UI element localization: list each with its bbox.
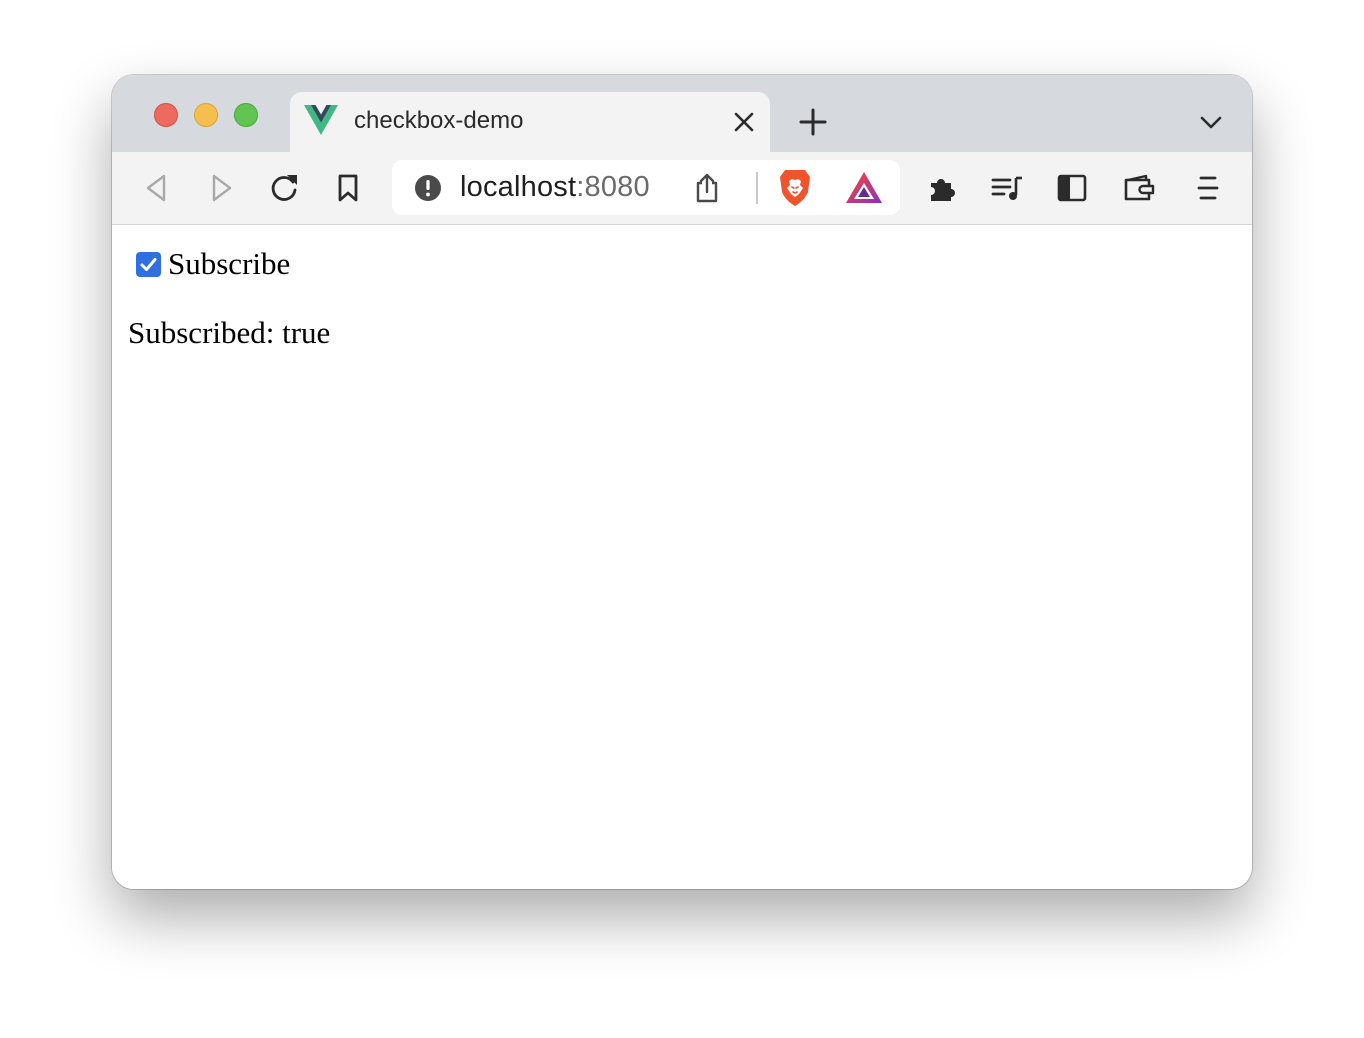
minimize-window-button[interactable] (194, 103, 218, 127)
status-value: true (282, 315, 331, 350)
menu-icon[interactable] (1191, 171, 1225, 205)
back-icon[interactable] (140, 171, 174, 205)
checkmark-icon (140, 257, 157, 271)
close-tab-icon[interactable] (732, 110, 756, 134)
address-bar[interactable]: localhost:8080 (392, 160, 900, 215)
page-content: Subscribe Subscribed: true (112, 225, 1252, 889)
close-window-button[interactable] (154, 103, 178, 127)
reload-icon[interactable] (267, 171, 301, 205)
forward-icon[interactable] (204, 171, 238, 205)
bookmark-icon[interactable] (331, 171, 365, 205)
chevron-down-icon[interactable] (1198, 111, 1224, 133)
url-text[interactable]: localhost:8080 (460, 171, 650, 204)
url-host: localhost (460, 171, 577, 203)
playlist-icon[interactable] (990, 171, 1024, 205)
address-bar-divider (756, 172, 758, 204)
toolbar: localhost:8080 (112, 152, 1252, 225)
url-port: :8080 (576, 171, 650, 203)
site-info-icon[interactable] (414, 174, 442, 202)
status-label: Subscribed: (128, 315, 275, 350)
subscription-status: Subscribed: true (128, 315, 330, 351)
tab-title: checkbox-demo (354, 107, 524, 134)
extensions-icon[interactable] (926, 171, 960, 205)
vue-logo-icon (304, 105, 338, 135)
sidebar-icon[interactable] (1055, 171, 1089, 205)
browser-window: checkbox-demo localhost:8080 Subscribe S… (112, 75, 1252, 889)
brave-rewards-icon[interactable] (844, 170, 884, 206)
brave-shields-icon[interactable] (778, 168, 812, 208)
maximize-window-button[interactable] (234, 103, 258, 127)
subscribe-checkbox-row[interactable]: Subscribe (136, 246, 291, 281)
wallet-icon[interactable] (1122, 171, 1156, 205)
subscribe-label: Subscribe (168, 246, 291, 281)
new-tab-icon[interactable] (798, 107, 828, 137)
share-icon[interactable] (692, 172, 722, 204)
active-tab[interactable]: checkbox-demo (290, 92, 770, 152)
tab-strip: checkbox-demo (112, 75, 1252, 152)
subscribe-checkbox[interactable] (136, 251, 161, 277)
